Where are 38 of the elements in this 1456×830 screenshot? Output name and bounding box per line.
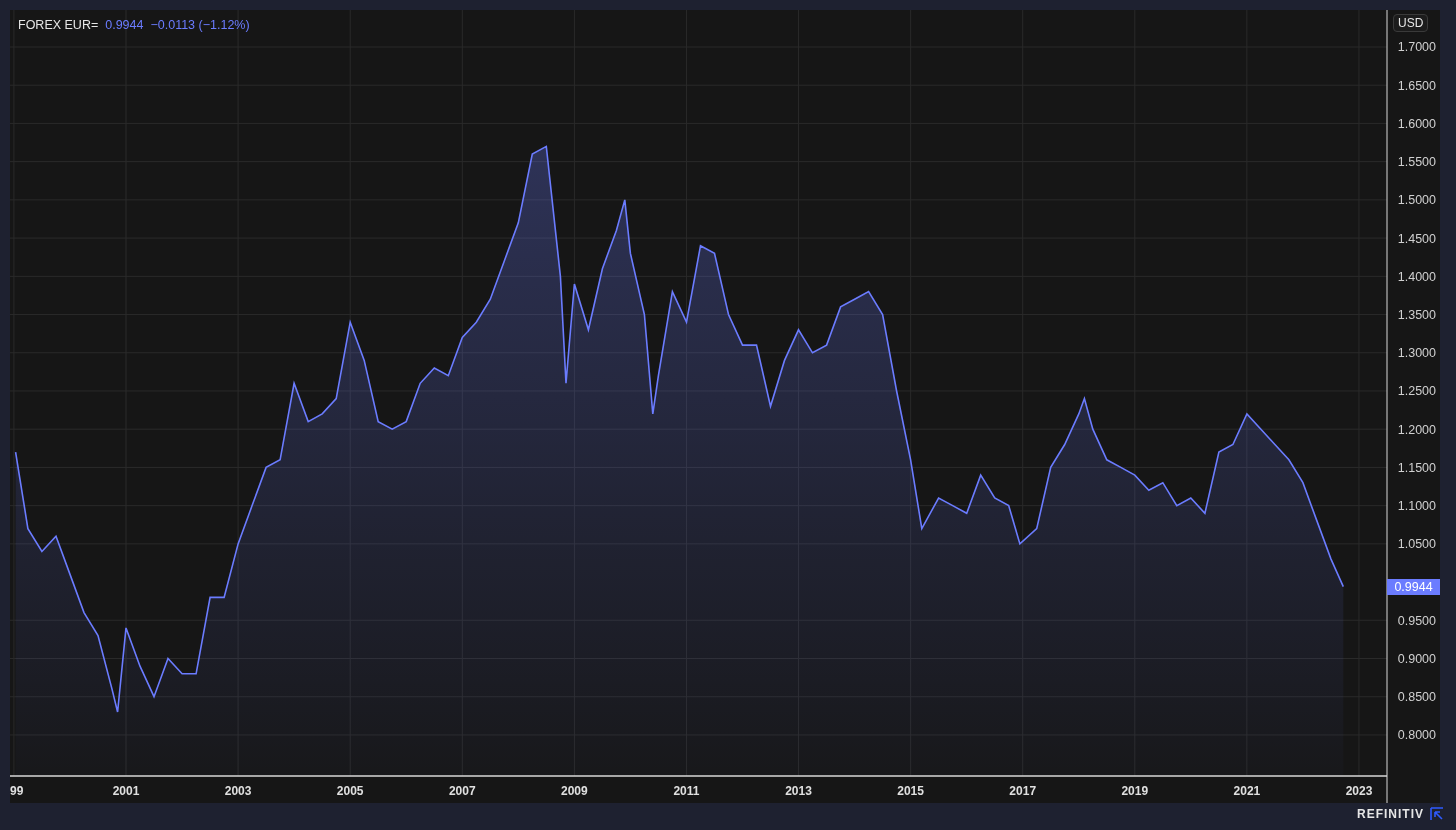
axis-label: 2021 — [1233, 784, 1261, 798]
axis-label: 1.2500 — [1397, 384, 1436, 399]
price-change: −0.0113 (−1.12%) — [150, 18, 250, 32]
axis-label: 1.6000 — [1397, 116, 1436, 131]
axis-label: 1.4500 — [1397, 231, 1436, 246]
axis-label: 2011 — [673, 784, 700, 798]
axis-label: 1.7000 — [1397, 40, 1436, 55]
axis-label: 99 — [10, 784, 24, 798]
axis-label: 2001 — [112, 784, 140, 798]
axis-label: 2013 — [785, 784, 812, 798]
axis-label: 2003 — [224, 784, 252, 798]
brand-label: REFINITIV — [1357, 807, 1424, 821]
axis-label: 1.5000 — [1397, 193, 1436, 208]
axis-label: 1.2000 — [1397, 422, 1436, 437]
axis-label: 1.3000 — [1397, 346, 1436, 361]
last-price: 0.9944 — [105, 18, 144, 32]
arrow-icon[interactable] — [1430, 807, 1444, 821]
axis-label: 2007 — [448, 784, 476, 798]
axis-label: 1.4000 — [1397, 269, 1436, 284]
axis-label: 0.9500 — [1397, 613, 1436, 628]
axis-label: 0.8500 — [1397, 690, 1436, 705]
axis-label: 1.3500 — [1397, 308, 1436, 323]
axis-label: 2017 — [1009, 784, 1037, 798]
axis-label: 1.0500 — [1397, 537, 1436, 552]
axis-label: 2023 — [1345, 784, 1373, 798]
axis-label: 1.6500 — [1397, 78, 1436, 93]
axis-label: 1.1500 — [1397, 460, 1436, 475]
axis-label: 1.5500 — [1397, 155, 1436, 170]
currency-button[interactable]: USD — [1393, 14, 1429, 32]
axis-label: 0.8000 — [1397, 728, 1436, 743]
instrument-name: FOREX EUR= — [18, 18, 99, 32]
axis-label: 2015 — [897, 784, 924, 798]
axis-label: 2019 — [1121, 784, 1149, 798]
axis-label: 0.9000 — [1397, 652, 1436, 666]
last-price-tag: 0.9944 — [1387, 578, 1440, 595]
axis-label: 2009 — [561, 784, 588, 798]
axis-label: 2005 — [336, 784, 364, 798]
axis-label: 1.1000 — [1397, 499, 1436, 514]
